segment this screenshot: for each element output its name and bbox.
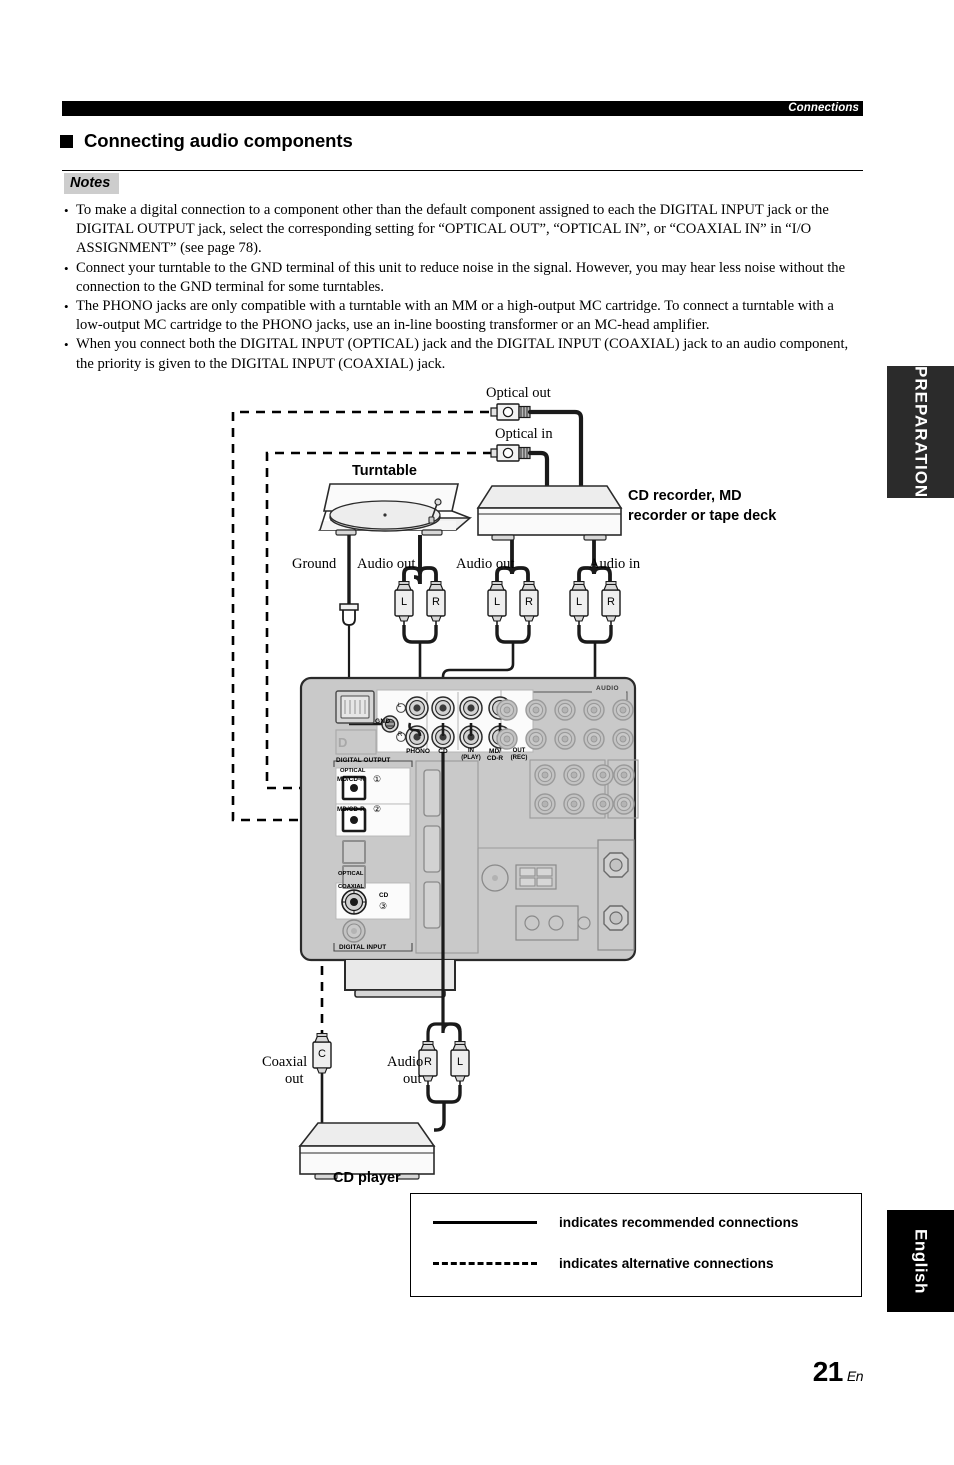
notes-list: • To make a digital connection to a comp…	[64, 201, 864, 374]
panel-label-channel-r: R	[398, 732, 403, 738]
panel-label-play: (PLAY)	[461, 755, 481, 761]
label-audio-out-recorder: Audio out	[456, 556, 515, 572]
page-number-value: 21	[812, 1356, 844, 1387]
panel-label-out: OUT	[512, 748, 526, 754]
panel-label-cdr: CD-R	[486, 755, 504, 762]
panel-label-mdcdr-1: MD/CD-R	[337, 776, 365, 783]
turntable-illustration	[317, 483, 473, 536]
optical-plug-out	[490, 403, 531, 421]
chapter-title: Connections	[788, 102, 859, 114]
filled-square-icon	[60, 134, 73, 148]
bullet-icon: •	[64, 337, 69, 353]
optical-cable-out	[527, 409, 584, 489]
coaxial-spare-jack	[342, 919, 366, 943]
legend-alternative-label: indicates alternative connections	[559, 1256, 774, 1271]
note-item: • When you connect both the DIGITAL INPU…	[64, 335, 864, 373]
panel-label-md: MD/	[489, 748, 501, 755]
label-audio-in-recorder: Audio in	[589, 556, 641, 572]
jack-phono-l	[405, 696, 429, 720]
coaxial-input-jack-cd	[341, 889, 367, 915]
optical-spare-jack-1	[342, 840, 366, 864]
bullet-icon: •	[64, 203, 69, 218]
side-tab-preparation-label: PREPARATION	[911, 365, 931, 499]
optical-plug-in	[490, 444, 531, 462]
optical-cable-in	[527, 450, 550, 489]
panel-label-optical-out: OPTICAL	[340, 768, 366, 774]
panel-label-mdcdr-2-number: ②	[373, 804, 382, 814]
legend-box: indicates recommended connections indica…	[410, 1193, 862, 1297]
plug-letter-r: R	[525, 596, 533, 608]
panel-label-cd-coax-number: ③	[379, 901, 388, 911]
label-audio-out-turntable: Audio out	[357, 556, 416, 572]
jack-cd-l	[431, 696, 455, 720]
note-text: Connect your turntable to the GND termin…	[76, 259, 846, 295]
panel-label-coaxial: COAXIAL	[338, 884, 365, 890]
panel-label-in: IN	[468, 748, 474, 754]
note-item: • Connect your turntable to the GND term…	[64, 259, 864, 297]
notes-divider	[62, 170, 863, 171]
panel-label-channel-l: L	[398, 703, 402, 709]
section-heading: Connecting audio components	[60, 130, 353, 152]
label-turntable: Turntable	[352, 463, 417, 479]
solid-line-icon	[433, 1221, 537, 1224]
chapter-header-bar: Connections	[62, 101, 863, 116]
note-text: The PHONO jacks are only compatible with…	[76, 298, 834, 334]
plug-letter-l: L	[575, 596, 583, 608]
note-text: When you connect both the DIGITAL INPUT …	[76, 336, 849, 372]
bullet-icon: •	[64, 299, 69, 315]
panel-label-gnd: GND	[375, 718, 391, 725]
panel-label-d-mark: D	[338, 735, 348, 750]
legend-recommended-label: indicates recommended connections	[559, 1215, 799, 1230]
panel-label-mdcdr-2: MD/CD-R	[337, 806, 365, 813]
panel-label-digital-output: DIGITAL OUTPUT	[336, 757, 391, 764]
system-connector	[335, 690, 375, 724]
label-optical-in: Optical in	[495, 426, 553, 442]
panel-label-cd: CD	[438, 748, 448, 755]
panel-label-rec: (REC)	[510, 755, 528, 761]
panel-label-mdcdr-1-number: ①	[373, 774, 382, 784]
legend-row-recommended: indicates recommended connections	[433, 1215, 798, 1230]
label-ground: Ground	[292, 556, 337, 572]
ground-spade-terminal	[339, 603, 359, 626]
bullet-icon: •	[64, 260, 69, 276]
panel-label-cd-coax: CD	[379, 892, 389, 899]
label-optical-out: Optical out	[486, 385, 551, 401]
plug-letter-r: R	[607, 596, 615, 608]
label-cd-recorder-line1: CD recorder, MD	[628, 488, 742, 504]
page-number: 21 En	[812, 1356, 864, 1388]
page-title: Connecting audio components	[84, 130, 353, 151]
notes-label: Notes	[64, 173, 120, 194]
plug-letter-l: L	[493, 596, 501, 608]
plug-letter-c: C	[318, 1048, 326, 1060]
label-coaxial-out-line2: out	[285, 1071, 304, 1087]
plug-letter-l: L	[456, 1056, 464, 1068]
plug-letter-r: R	[424, 1056, 432, 1068]
legend-row-alternative: indicates alternative connections	[433, 1256, 774, 1271]
label-audio-out-cd-line2: out	[403, 1071, 422, 1087]
dashed-line-icon	[433, 1262, 537, 1265]
plug-letter-r: R	[432, 596, 440, 608]
panel-label-optical-in: OPTICAL	[338, 871, 364, 877]
panel-label-digital-input: DIGITAL INPUT	[339, 944, 387, 951]
note-text: To make a digital connection to a compon…	[76, 202, 829, 257]
note-item: • The PHONO jacks are only compatible wi…	[64, 297, 864, 335]
panel-label-audio: AUDIO	[596, 685, 619, 692]
label-cd-recorder-line2: recorder or tape deck	[628, 508, 777, 524]
connection-diagram: Optical out Optical in Turntable CD reco…	[0, 378, 900, 1308]
jack-mdcdr-in-l	[459, 696, 483, 720]
label-coaxial-out-line1: Coaxial	[262, 1054, 308, 1070]
page-number-suffix: En	[846, 1368, 864, 1384]
plug-letter-l: L	[400, 596, 408, 608]
cd-recorder-illustration	[476, 485, 623, 541]
note-item: • To make a digital connection to a comp…	[64, 201, 864, 259]
label-audio-out-cd-line1: Audio	[387, 1054, 424, 1070]
side-tab-english-label: English	[911, 1228, 931, 1294]
label-cd-player: CD player	[333, 1170, 401, 1186]
